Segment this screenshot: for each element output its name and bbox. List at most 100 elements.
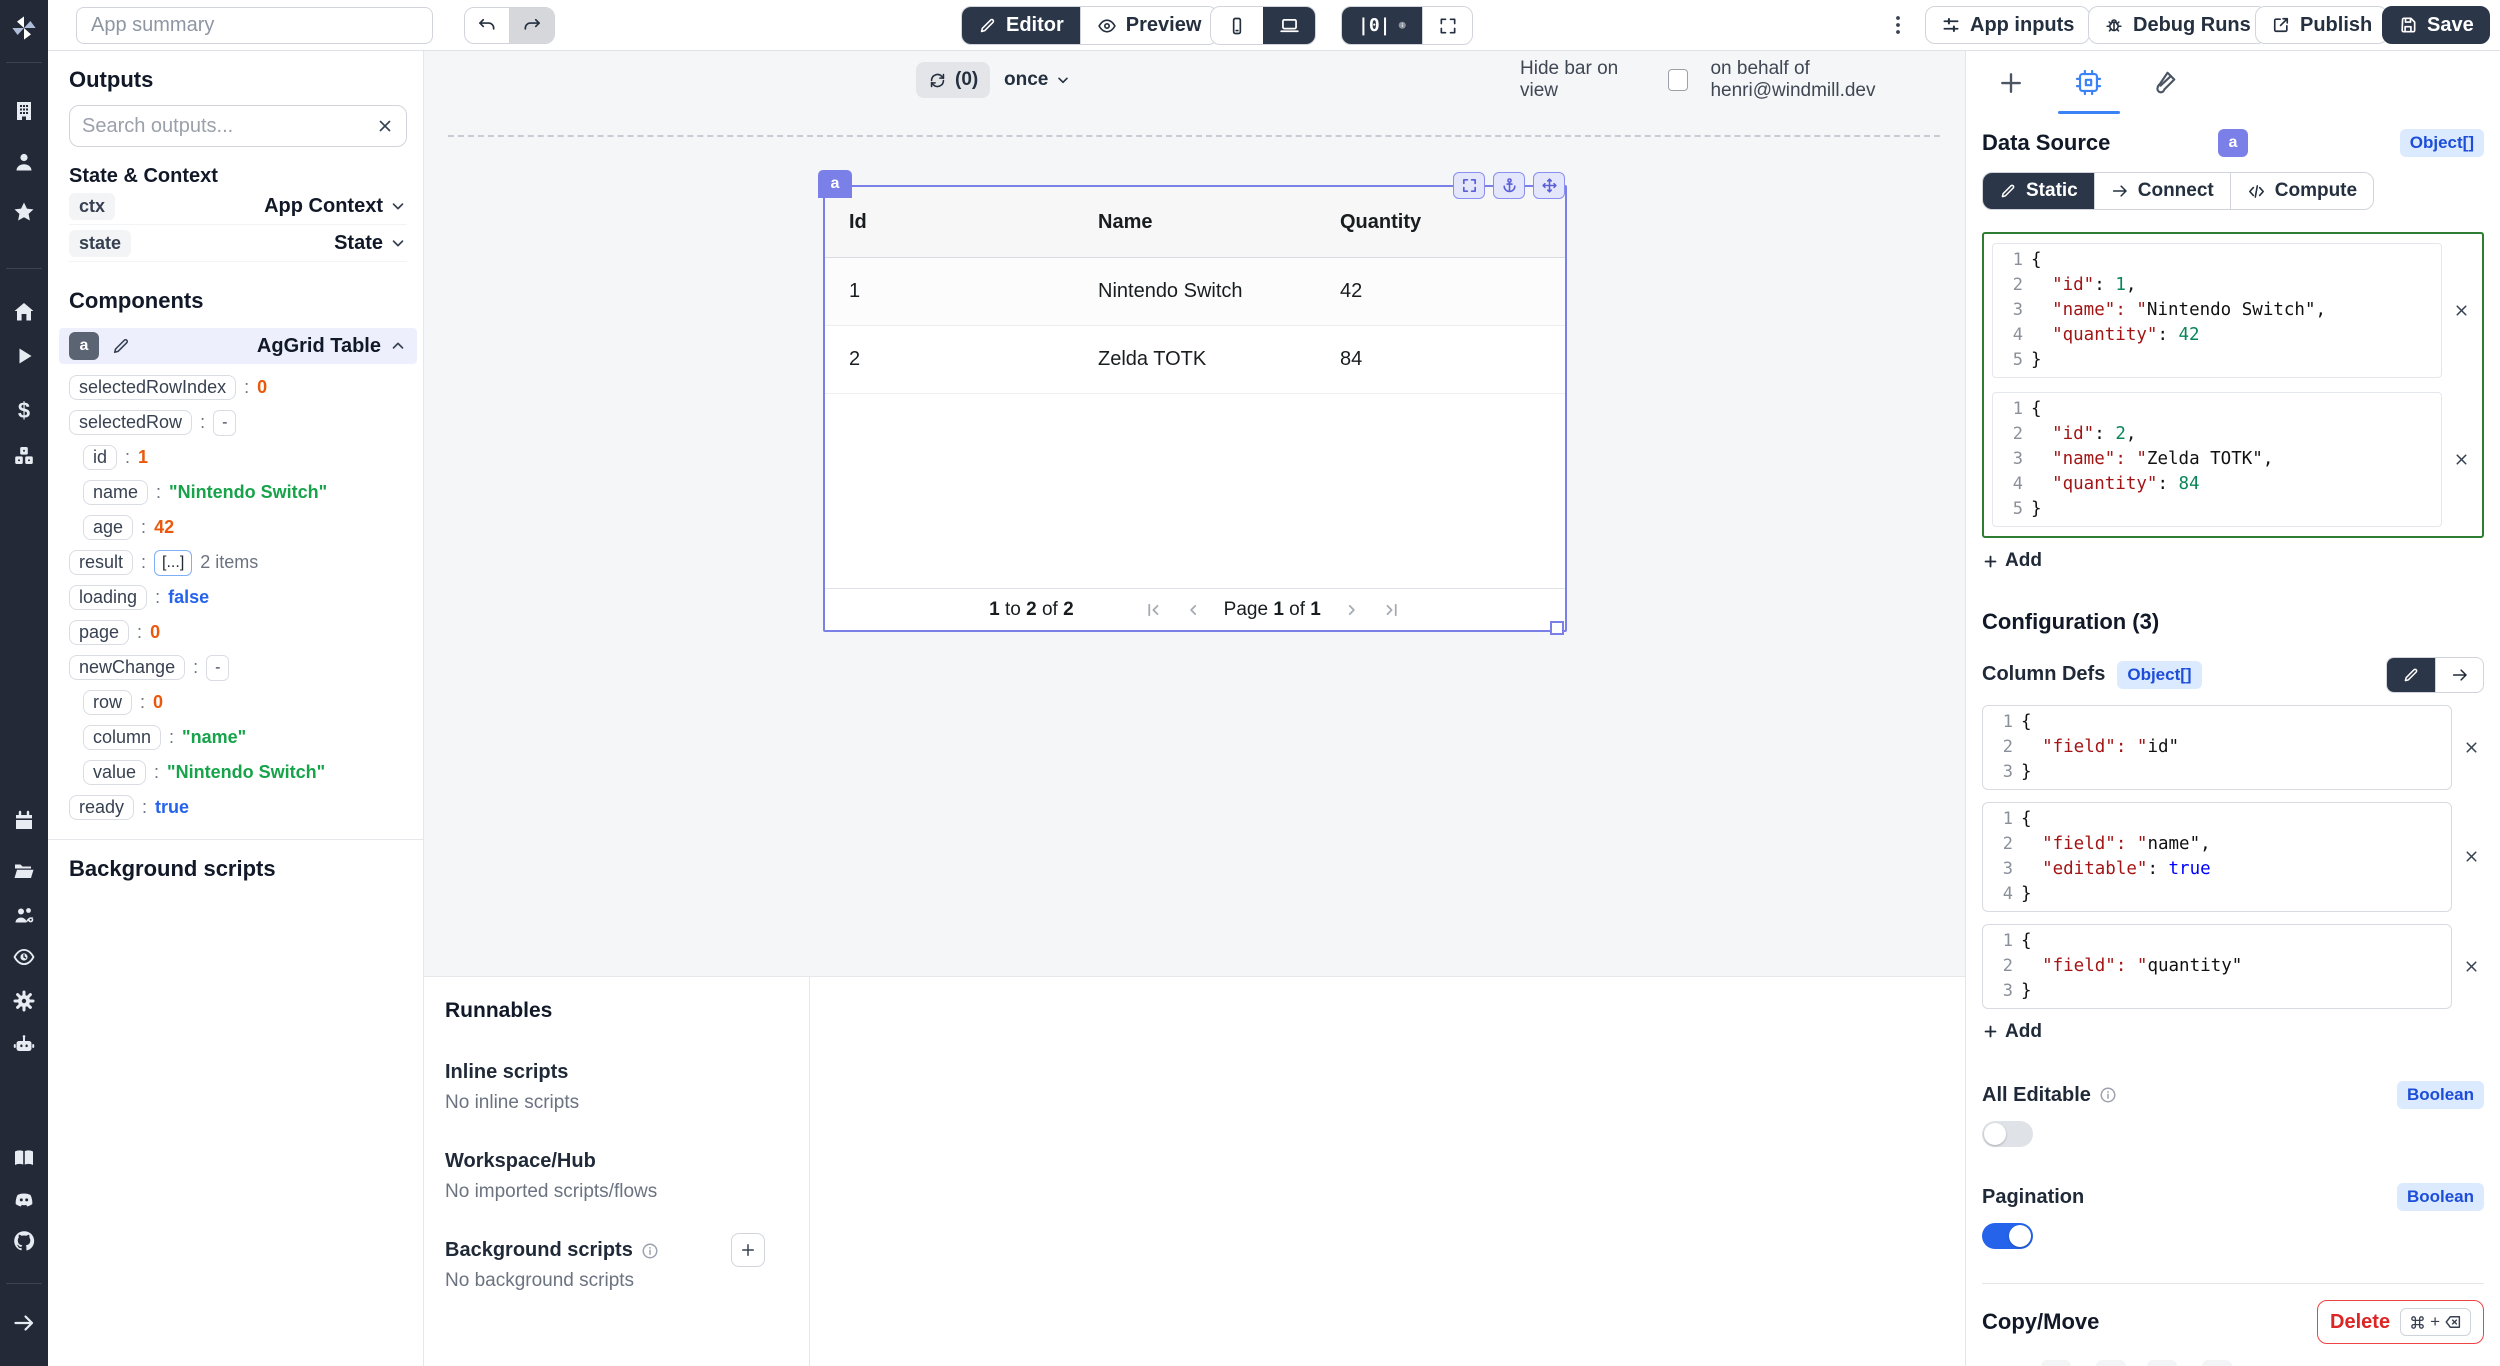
anchor-component-button[interactable] <box>1493 172 1525 199</box>
table-cell[interactable]: Zelda TOTK <box>1074 348 1316 371</box>
data-source-editor[interactable]: 12345 { "id": 1, "name": "Nintendo Switc… <box>1992 243 2442 378</box>
output-key[interactable]: newChange <box>69 655 185 680</box>
data-source-editor[interactable]: 12345 { "id": 2, "name": "Zelda TOTK", "… <box>1992 392 2442 527</box>
edit-mode-button[interactable] <box>2387 658 2435 692</box>
folder-open-icon[interactable] <box>12 859 36 883</box>
discord-icon[interactable] <box>12 1188 36 1212</box>
table-cell[interactable]: 1 <box>825 280 1074 303</box>
move-component-button[interactable] <box>1533 172 1565 199</box>
context-row-ctx[interactable]: ctx App Context <box>69 188 407 225</box>
cubes-icon[interactable] <box>12 444 36 468</box>
column-header-quantity[interactable]: Quantity <box>1316 211 1565 234</box>
output-key[interactable]: ready <box>69 795 134 820</box>
component-list-item[interactable]: a AgGrid Table <box>59 328 417 364</box>
dollar-icon[interactable]: $ <box>12 399 36 423</box>
undo-button[interactable] <box>465 8 509 43</box>
connect-tab[interactable]: Connect <box>2094 173 2230 209</box>
more-menu-button[interactable] <box>1886 13 1910 37</box>
output-key[interactable]: column <box>83 725 161 750</box>
calendar-icon[interactable] <box>12 809 36 833</box>
save-button[interactable]: Save <box>2382 6 2490 44</box>
delete-column-def-editor-button[interactable] <box>2458 953 2484 979</box>
home-icon[interactable] <box>12 300 36 324</box>
json-code[interactable]: { "field": "name", "editable": true} <box>2021 807 2451 907</box>
desktop-view-button[interactable] <box>1263 7 1315 44</box>
column-header-name[interactable]: Name <box>1074 211 1316 234</box>
redo-button[interactable] <box>509 8 554 43</box>
output-key[interactable]: loading <box>69 585 147 610</box>
table-cell[interactable]: 42 <box>1316 280 1565 303</box>
delete-data-source-editor-button[interactable] <box>2448 447 2474 473</box>
fullscreen-button[interactable] <box>1422 7 1472 44</box>
hide-bar-checkbox[interactable] <box>1668 69 1689 91</box>
table-row[interactable]: 2Zelda TOTK84 <box>825 326 1565 394</box>
connect-mode-button[interactable] <box>2435 658 2483 692</box>
output-key[interactable]: selectedRowIndex <box>69 375 236 400</box>
next-page-button[interactable] <box>1343 601 1361 619</box>
json-code[interactable]: { "field": "quantity"} <box>2021 929 2451 1004</box>
compute-tab[interactable]: Compute <box>2230 173 2373 209</box>
refresh-mode-dropdown[interactable]: once <box>1004 62 1071 98</box>
pagination-toggle[interactable] <box>1982 1223 2033 1249</box>
output-key[interactable]: id <box>83 445 117 470</box>
output-key[interactable]: row <box>83 690 132 715</box>
column-def-editor[interactable]: 123 { "field": "quantity"} <box>1982 924 2452 1009</box>
user-icon[interactable] <box>12 150 36 174</box>
table-cell[interactable]: 84 <box>1316 348 1565 371</box>
audit-eye-icon[interactable] <box>12 945 36 969</box>
json-code[interactable]: { "id": 2, "name": "Zelda TOTK", "quanti… <box>2031 397 2441 522</box>
app-inputs-button[interactable]: App inputs <box>1925 6 2090 44</box>
chevron-up-icon[interactable] <box>389 337 407 355</box>
delete-component-button[interactable]: Delete + <box>2317 1300 2484 1344</box>
gear-icon[interactable] <box>12 989 36 1013</box>
expand-component-button[interactable] <box>1453 172 1485 199</box>
output-key[interactable]: result <box>69 550 133 575</box>
clear-search-icon[interactable] <box>376 117 394 135</box>
arrow-right-icon[interactable] <box>12 1311 36 1335</box>
delete-data-source-editor-button[interactable] <box>2448 298 2474 324</box>
json-code[interactable]: { "id": 1, "name": "Nintendo Switch", "q… <box>2031 248 2441 373</box>
aggrid-table-component[interactable]: IdNameQuantity 1Nintendo Switch422Zelda … <box>823 185 1567 632</box>
building-icon[interactable] <box>12 99 36 123</box>
column-def-editor[interactable]: 1234 { "field": "name", "editable": true… <box>1982 802 2452 912</box>
add-background-script-button[interactable] <box>731 1233 765 1267</box>
robot-icon[interactable] <box>12 1033 36 1057</box>
output-key[interactable]: selectedRow <box>69 410 192 435</box>
previous-page-button[interactable] <box>1184 601 1202 619</box>
star-icon[interactable] <box>12 200 36 224</box>
refresh-button[interactable]: (0) <box>916 62 990 98</box>
github-icon[interactable] <box>12 1229 36 1253</box>
mobile-view-button[interactable] <box>1211 7 1263 44</box>
insert-component-tab[interactable] <box>1996 68 2026 98</box>
expand-array-button[interactable]: [...] <box>154 550 192 576</box>
delete-column-def-editor-button[interactable] <box>2458 844 2484 870</box>
output-key[interactable]: page <box>69 620 129 645</box>
column-def-editor[interactable]: 123 { "field": "id"} <box>1982 705 2452 790</box>
play-icon[interactable] <box>12 344 36 368</box>
add-column-def-button[interactable]: Add <box>1982 1021 2042 1043</box>
theme-tab[interactable] <box>2152 68 2182 98</box>
table-cell[interactable]: Nintendo Switch <box>1074 280 1316 303</box>
add-row-button[interactable]: Add <box>1982 550 2042 572</box>
first-page-button[interactable] <box>1144 601 1162 619</box>
output-key[interactable]: value <box>83 760 146 785</box>
outputs-indicator-button[interactable]: |0| <box>1342 7 1422 44</box>
delete-column-def-editor-button[interactable] <box>2458 734 2484 760</box>
outputs-search-input[interactable] <box>82 115 376 138</box>
app-canvas[interactable]: (0) once Hide bar on view on behalf of h… <box>424 51 1965 976</box>
table-row[interactable]: 1Nintendo Switch42 <box>825 258 1565 326</box>
all-editable-toggle[interactable] <box>1982 1121 2033 1147</box>
json-code[interactable]: { "field": "id"} <box>2021 710 2451 785</box>
static-tab[interactable]: Static <box>1983 173 2094 209</box>
app-summary-input[interactable] <box>76 7 433 44</box>
editor-mode-button[interactable]: Editor <box>962 7 1080 44</box>
context-row-state[interactable]: state State <box>69 225 407 262</box>
component-resize-handle[interactable] <box>1550 621 1564 635</box>
output-key[interactable]: age <box>83 515 133 540</box>
table-cell[interactable]: 2 <box>825 348 1074 371</box>
user-group-icon[interactable] <box>12 903 36 927</box>
component-tag[interactable]: a <box>818 170 852 198</box>
windmill-logo-icon[interactable] <box>10 14 38 42</box>
last-page-button[interactable] <box>1383 601 1401 619</box>
rename-pencil-icon[interactable] <box>111 336 131 356</box>
